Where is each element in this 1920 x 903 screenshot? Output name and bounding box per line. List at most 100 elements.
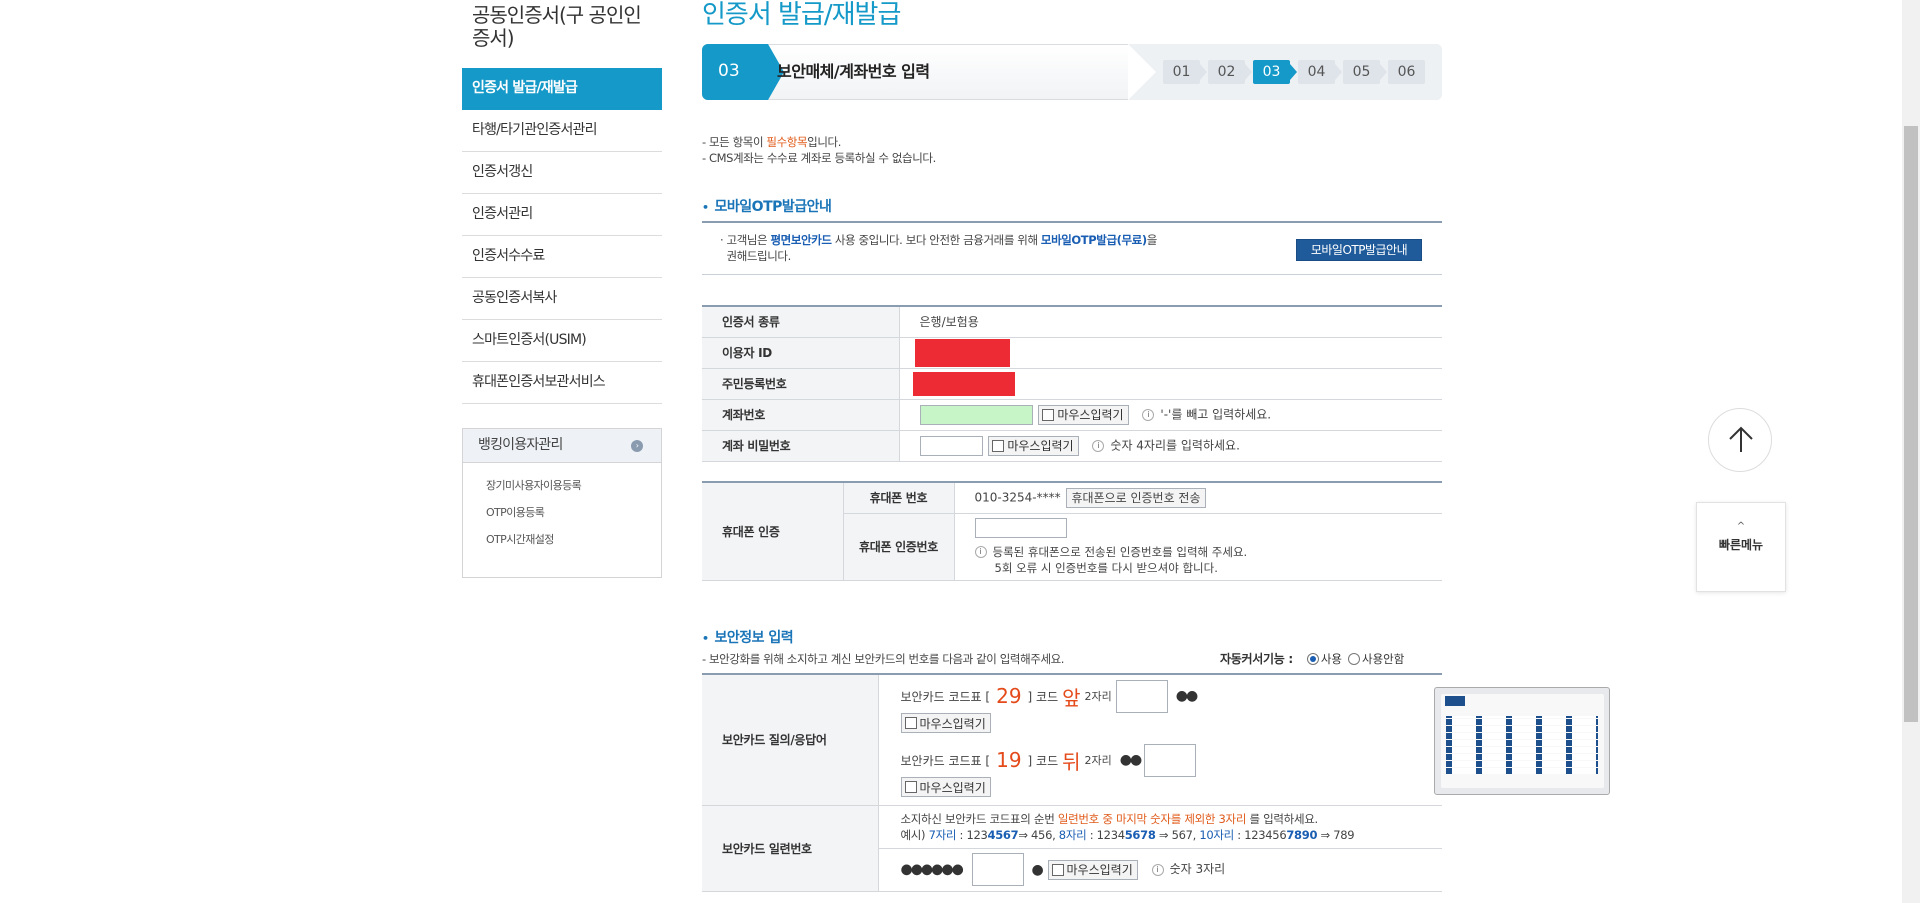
current-step-name: 보안매체/계좌번호 입력 [777, 62, 930, 81]
example-7-b: 4567 [987, 827, 1019, 842]
example-7-label: 7자리 [928, 827, 957, 842]
account-number-label: 계좌번호 [702, 399, 900, 431]
serial-instruction: 소지하신 보안카드 코드표의 순번 일련번호 중 마지막 숫자를 제외한 3자리… [901, 811, 1443, 827]
current-step-number: 03 [702, 44, 784, 100]
banking-item-long-unused[interactable]: 장기미사용자이용등록 [486, 472, 661, 499]
example-8-a: : 1234 [1086, 827, 1125, 842]
info-icon: i [974, 546, 987, 558]
checkbox[interactable] [1042, 408, 1055, 421]
phone-auth-code-label: 휴대폰 인증번호 [843, 513, 955, 581]
q2-side: 뒤 [1062, 749, 1081, 774]
mobile-otp-guide-button[interactable]: 모바일OTP발급안내 [1296, 239, 1422, 261]
quick-menu-button[interactable]: ^ 빠른메뉴 [1696, 502, 1786, 592]
phone-auth-label: 휴대폰 인증 [702, 482, 844, 581]
account-number-hint: '-'를 빼고 입력하세요. [1160, 407, 1272, 421]
example-7-a: : 123 [956, 827, 988, 842]
table-row: 계좌번호 마우스입력기 i '-'를 빼고 입력하세요. [702, 399, 1442, 431]
security-card-image [1433, 687, 1610, 795]
q1-suffix: 2자리 [1084, 690, 1112, 703]
serial-number-input[interactable] [971, 853, 1024, 886]
q1-mid: ] 코드 [1027, 689, 1059, 704]
banking-user-header[interactable]: 뱅킹이용자관리 › [463, 429, 661, 463]
example-8-label: 8자리 [1058, 827, 1087, 842]
phone-auth-code-input[interactable] [974, 517, 1067, 538]
otp-notice-text: · 고객님은 평면보안카드 사용 중입니다. 보다 안전한 금융거래를 위해 모… [720, 232, 1280, 264]
user-id-redacted [914, 338, 1010, 367]
banking-item-otp-register[interactable]: OTP이용등록 [486, 499, 661, 526]
auto-cursor-off-label: 사용안함 [1362, 651, 1405, 666]
serial-masked-last-digit: ● [1031, 861, 1043, 878]
security-card-table: 보안카드 질의/응답어 보안카드 코드표 [ 29 ] 코드 앞 2자리 ●● … [702, 673, 1610, 892]
otp-text-d: 을 [1146, 233, 1158, 247]
mouse-input-label: 마우스입력기 [1057, 408, 1124, 422]
otp-text-flat-card: 평면보안카드 [770, 233, 832, 247]
step-indicator: 03 보안매체/계좌번호 입력 01 02 03 04 05 06 [702, 44, 1442, 100]
password-mouse-input-button[interactable]: 마우스입력기 [988, 435, 1079, 456]
security-card-question-2: 보안카드 코드표 [ 19 ] 코드 뒤 2자리 ●● 마우스입력기 [900, 743, 1443, 803]
sidebar: 공동인증서(구 공인인증서) 인증서 발급/재발급 타행/타기관인증서관리 인증… [462, 0, 662, 578]
step-list: 01 02 03 04 05 06 [1163, 60, 1433, 84]
example-8-c: ⇒ 567, [1155, 827, 1200, 842]
checkbox[interactable] [904, 781, 917, 793]
sidebar-item-phone-cert[interactable]: 휴대폰인증서보관서비스 [462, 362, 662, 404]
banking-user-title: 뱅킹이용자관리 [478, 437, 563, 453]
sidebar-item-cert-fee[interactable]: 인증서수수료 [462, 236, 662, 278]
sidebar-title: 공동인증서(구 공인인증서) [472, 3, 642, 50]
banking-user-list: 장기미사용자이용등록 OTP이용등록 OTP시간재설정 [463, 463, 661, 553]
send-auth-code-button[interactable]: 휴대폰으로 인증번호 전송 [1066, 487, 1206, 508]
security-card-question-1: 보안카드 코드표 [ 29 ] 코드 앞 2자리 ●● 마우스입력기 [900, 679, 1443, 739]
serial-text-b: 를 입력하세요. [1246, 811, 1318, 826]
auto-cursor-on-radio[interactable] [1306, 652, 1319, 665]
sidebar-item-other-bank-cert[interactable]: 타행/타기관인증서관리 [462, 110, 662, 152]
account-password-input[interactable] [919, 435, 983, 456]
notice-line-2: - CMS계좌는 수수료 계좌로 등록하실 수 없습니다. [702, 151, 936, 165]
notice-line-1: - 모든 항목이 필수항목입니다. [702, 134, 936, 150]
table-row: 휴대폰 인증 휴대폰 번호 010-3254-**** 휴대폰으로 인증번호 전… [702, 482, 1442, 581]
cert-info-table: 인증서 종류 은행/보험용 이용자 ID 주민등록번호 계좌번호 마우스입력기 … [702, 305, 1442, 462]
checkbox[interactable] [904, 717, 917, 729]
step-04: 04 [1298, 60, 1342, 84]
q2-mid: ] 코드 [1027, 753, 1059, 768]
auto-cursor-off-radio[interactable] [1348, 652, 1360, 665]
account-number-input[interactable] [919, 404, 1033, 425]
example-10-label: 10자리 [1199, 827, 1234, 842]
step-01: 01 [1163, 60, 1207, 84]
example-prefix: 예시) [900, 827, 929, 842]
q1-mouse-input-button[interactable]: 마우스입력기 [900, 713, 991, 733]
checkbox[interactable] [1051, 863, 1064, 876]
page-title: 인증서 발급/재발급 [702, 0, 901, 30]
serial-masked-digits: ●●●●●● [900, 861, 964, 878]
chevron-right-icon: › [631, 440, 643, 452]
step-03-active: 03 [1253, 60, 1297, 84]
table-row: 계좌 비밀번호 마우스입력기 i 숫자 4자리를 입력하세요. [702, 430, 1442, 462]
auto-cursor-on-label: 사용 [1320, 651, 1342, 666]
checkbox[interactable] [992, 439, 1005, 452]
table-row: 인증서 종류 은행/보험용 [702, 306, 1442, 338]
table-row: 주민등록번호 [702, 368, 1442, 400]
security-section-title: 보안정보 입력 [702, 627, 794, 647]
step-05: 05 [1343, 60, 1387, 84]
page-scrollbar[interactable] [1902, 0, 1920, 903]
sidebar-item-cert-renew[interactable]: 인증서갱신 [462, 152, 662, 194]
step-06: 06 [1388, 60, 1425, 84]
sidebar-item-cert-copy[interactable]: 공동인증서복사 [462, 278, 662, 320]
otp-text-e: 권해드립니다. [726, 249, 792, 263]
otp-text-c: 사용 중입니다. 보다 안전한 금융거래를 위해 [831, 233, 1041, 247]
sidebar-item-cert-manage[interactable]: 인증서관리 [462, 194, 662, 236]
account-mouse-input-button[interactable]: 마우스입력기 [1038, 404, 1129, 425]
security-card-answer-1-input[interactable] [1115, 679, 1168, 713]
step-list-area: 01 02 03 04 05 06 [1128, 44, 1442, 100]
q2-mouse-input-button[interactable]: 마우스입력기 [900, 777, 991, 797]
masked-digits: ●● [1175, 688, 1198, 704]
otp-section-title: 모바일OTP발급안내 [702, 196, 832, 216]
sidebar-item-cert-issue[interactable]: 인증서 발급/재발급 [462, 68, 662, 110]
banking-item-otp-time-reset[interactable]: OTP시간재설정 [486, 526, 661, 553]
serial-mouse-input-button[interactable]: 마우스입력기 [1047, 859, 1138, 880]
scroll-to-top-button[interactable] [1708, 408, 1772, 472]
scrollbar-thumb[interactable] [1904, 126, 1918, 722]
sidebar-item-smart-cert[interactable]: 스마트인증서(USIM) [462, 320, 662, 362]
serial-hint: 숫자 3자리 [1169, 862, 1226, 876]
q2-suffix: 2자리 [1084, 754, 1112, 767]
security-card-answer-2-input[interactable] [1144, 743, 1197, 777]
quick-menu-label: 빠른메뉴 [1718, 538, 1764, 552]
